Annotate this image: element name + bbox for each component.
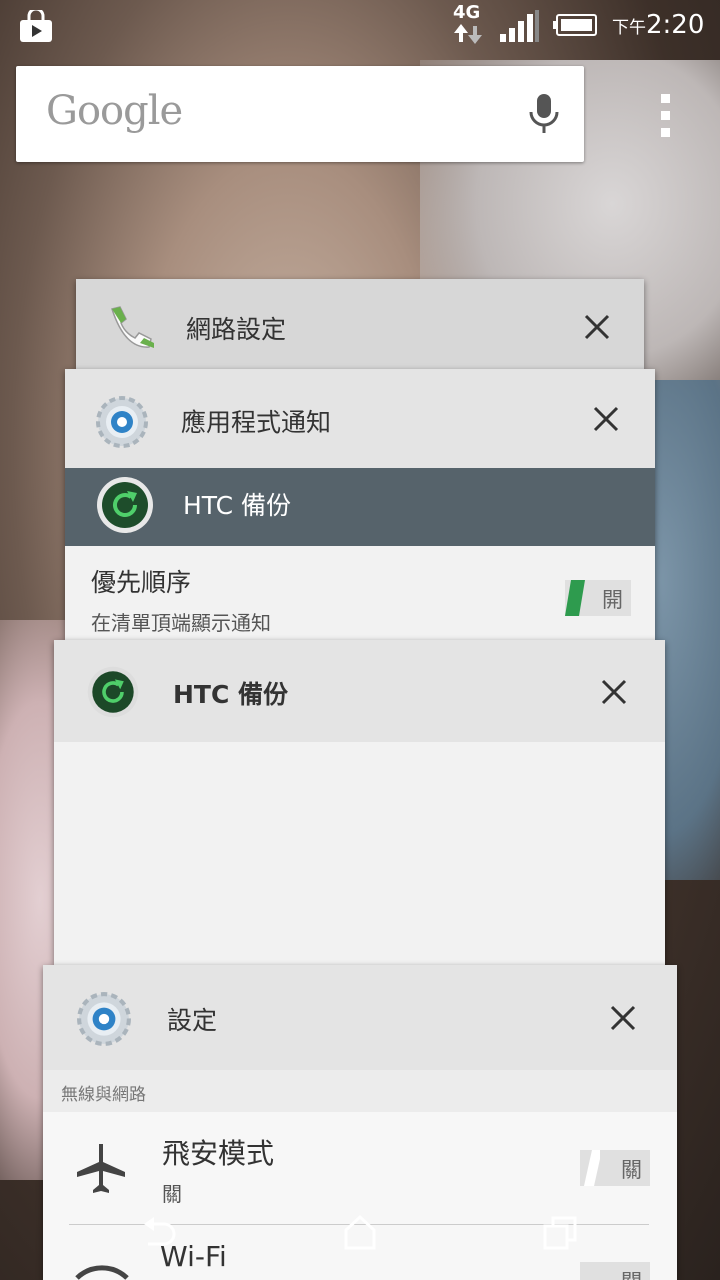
recents-icon[interactable]: [541, 1214, 579, 1252]
priority-toggle[interactable]: 開: [565, 580, 631, 616]
navigation-bar: [0, 1200, 720, 1280]
home-icon[interactable]: [342, 1214, 378, 1252]
clock: 下午2:20: [612, 10, 705, 40]
recent-card-network-settings[interactable]: 網路設定: [76, 279, 644, 369]
airplane-mode-toggle[interactable]: 關: [580, 1150, 650, 1186]
mic-icon[interactable]: [526, 92, 562, 136]
google-logo: Google: [46, 88, 183, 134]
app-row-label: HTC 備份: [183, 491, 292, 520]
app-row: HTC 備份: [65, 468, 655, 546]
airplane-icon: [77, 1144, 125, 1193]
status-bar: 4G 下午2:20: [0, 0, 720, 52]
card-title: 網路設定: [186, 315, 287, 344]
recent-card-app-notifications[interactable]: 應用程式通知 HTC 備份 優先順序 在清單頂端顯示通知 開: [65, 369, 655, 640]
phone-icon: [111, 306, 154, 348]
htc-backup-icon: [97, 477, 153, 533]
close-icon[interactable]: [591, 404, 621, 434]
option-title: 優先順序: [91, 568, 192, 597]
overflow-menu-icon[interactable]: [656, 92, 676, 142]
notification-store-icon: [20, 10, 52, 42]
htc-backup-icon: [87, 666, 139, 718]
google-search-bar[interactable]: Google: [16, 66, 584, 162]
close-icon[interactable]: [599, 677, 629, 707]
network-type: 4G: [453, 2, 481, 23]
card-title: 應用程式通知: [181, 408, 332, 437]
settings-gear-icon: [77, 992, 131, 1046]
signal-icon: [500, 10, 539, 42]
card-title: 設定: [167, 1006, 218, 1035]
close-icon[interactable]: [582, 312, 612, 342]
settings-gear-icon: [96, 396, 148, 448]
recent-card-htc-backup[interactable]: HTC 備份: [54, 640, 665, 965]
battery-icon: [553, 14, 597, 36]
airplane-mode-label: 飛安模式: [162, 1137, 275, 1170]
option-subtitle: 在清單頂端顯示通知: [91, 611, 271, 635]
card-title: HTC 備份: [173, 680, 289, 709]
back-icon[interactable]: [140, 1216, 180, 1252]
data-arrows-icon: [454, 24, 482, 44]
close-icon[interactable]: [608, 1003, 638, 1033]
section-header: 無線與網路: [43, 1070, 677, 1112]
